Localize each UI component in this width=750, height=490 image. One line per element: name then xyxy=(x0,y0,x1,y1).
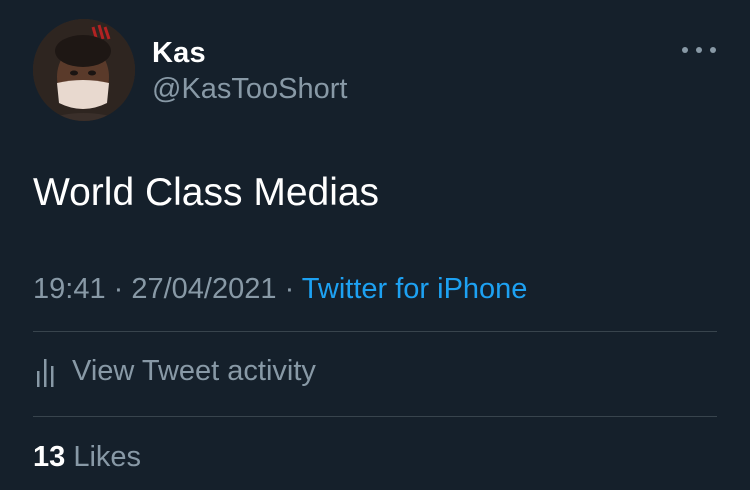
likes-label: Likes xyxy=(65,441,142,473)
avatar-image xyxy=(33,19,135,121)
likes-link[interactable]: 13 Likes xyxy=(33,441,141,474)
divider xyxy=(33,416,717,417)
more-icon[interactable] xyxy=(682,42,716,58)
author-handle[interactable]: @KasTooShort xyxy=(152,73,347,106)
bar-chart-icon xyxy=(37,358,54,387)
likes-count: 13 xyxy=(33,441,66,473)
tweet-meta: 19:41 · 27/04/2021 · Twitter for iPhone xyxy=(33,273,527,306)
tweet-time: 19:41 xyxy=(33,273,106,305)
more-dot xyxy=(682,47,688,53)
tweet-date: 27/04/2021 xyxy=(131,273,277,305)
avatar[interactable] xyxy=(33,19,135,121)
tweet-source-link[interactable]: Twitter for iPhone xyxy=(302,273,528,305)
divider xyxy=(33,331,717,332)
meta-separator: · xyxy=(276,273,302,305)
meta-separator: · xyxy=(105,273,132,305)
more-dot xyxy=(710,47,716,53)
tweet-text: World Class Medias xyxy=(33,171,380,214)
activity-label: View Tweet activity xyxy=(72,355,316,387)
tweet-detail: Kas @KasTooShort World Class Medias 19:4… xyxy=(0,0,750,490)
more-dot xyxy=(696,47,702,53)
author-name[interactable]: Kas xyxy=(152,37,206,70)
view-tweet-activity-button[interactable]: View Tweet activity xyxy=(36,355,316,388)
